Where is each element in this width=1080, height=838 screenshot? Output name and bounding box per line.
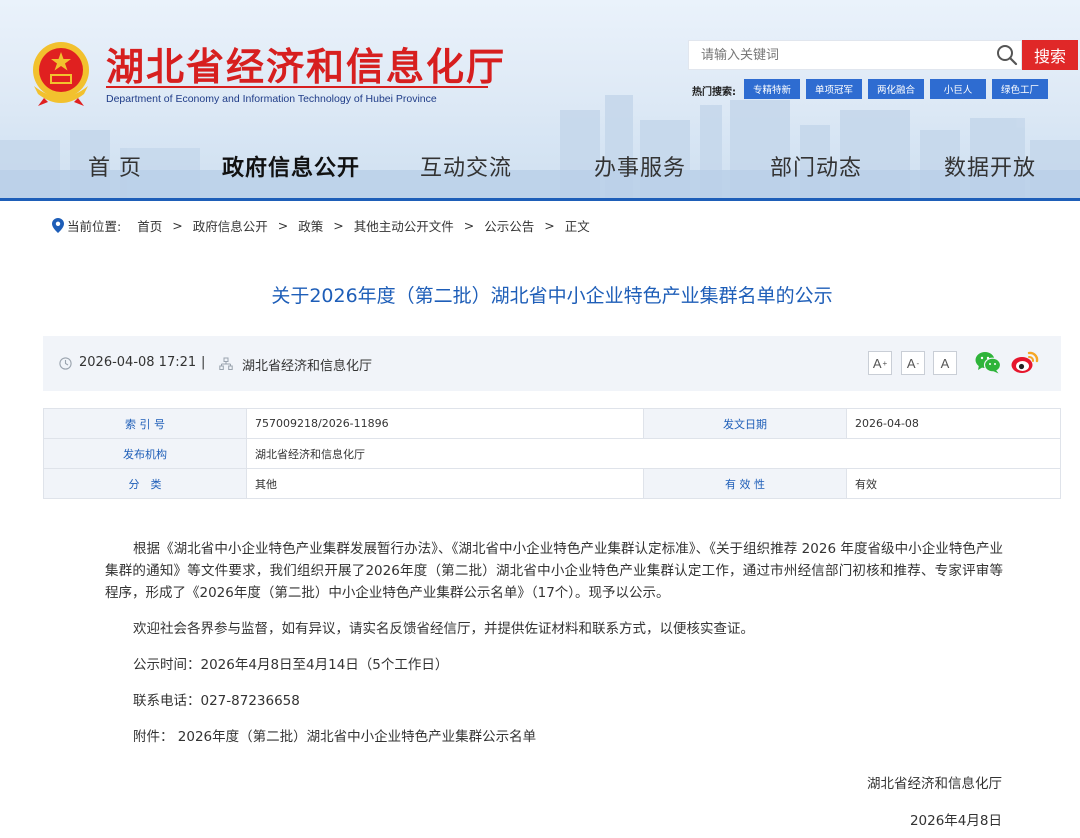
attachment-link[interactable]: 附件： 2026年度（第二批）湖北省中小企业特色产业集群公示名单 xyxy=(105,726,1003,748)
hot-tag[interactable]: 单项冠军 xyxy=(806,79,862,99)
article-info-bar: 2026-04-08 17:21 | 湖北省经济和信息化厅 A + A- A xyxy=(43,336,1061,391)
nav-item-home[interactable]: 首 页 xyxy=(88,150,142,182)
site-subtitle: Department of Economy and Information Te… xyxy=(106,93,437,105)
nav-item-services[interactable]: 办事服务 xyxy=(594,150,686,182)
breadcrumb-separator: > xyxy=(172,217,183,233)
font-size-increase-button[interactable]: A + xyxy=(868,351,892,375)
date-value: 2026-04-08 xyxy=(846,408,1061,439)
search-icon[interactable] xyxy=(996,44,1018,66)
nav-item-interaction[interactable]: 互动交流 xyxy=(420,150,512,182)
table-row: 发布机构 湖北省经济和信息化厅 xyxy=(43,438,1061,469)
organization-icon xyxy=(219,357,233,370)
index-value: 757009218/2026-11896 xyxy=(246,408,644,439)
publisher: 湖北省经济和信息化厅 xyxy=(242,359,373,374)
document-meta-table: 索 引 号 757009218/2026-11896 发文日期 2026-04-… xyxy=(43,408,1061,499)
font-button-label: A xyxy=(906,355,916,371)
publish-datetime: 2026-04-08 17:21 xyxy=(79,355,197,370)
search-button[interactable]: 搜索 xyxy=(1022,40,1078,70)
table-row: 分 类 其他 有 效 性 有效 xyxy=(43,468,1061,499)
breadcrumb-item[interactable]: 公示公告 xyxy=(484,216,534,235)
date-label: 发文日期 xyxy=(643,408,847,439)
title-underline xyxy=(106,86,488,88)
breadcrumb-item[interactable]: 政策 xyxy=(298,216,323,235)
hot-tag[interactable]: 绿色工厂 xyxy=(992,79,1048,99)
org-value: 湖北省经济和信息化厅 xyxy=(246,438,1061,469)
nav-item-dept-news[interactable]: 部门动态 xyxy=(770,150,862,182)
validity-value: 有效 xyxy=(846,468,1061,499)
font-size-reset-button[interactable]: A xyxy=(933,351,957,375)
font-button-label: A xyxy=(872,355,882,371)
hot-search-label: 热门搜索: xyxy=(692,87,736,98)
breadcrumb-item[interactable]: 其他主动公开文件 xyxy=(354,216,454,235)
breadcrumb-prefix: 当前位置: xyxy=(67,218,122,234)
hot-tag[interactable]: 小巨人 xyxy=(930,79,986,99)
font-size-decrease-button[interactable]: A- xyxy=(901,351,925,375)
clock-icon xyxy=(59,357,72,370)
search-box xyxy=(688,40,1022,70)
signature-date: 2026年4月8日 xyxy=(909,813,1002,829)
notice-period: 公示时间：2026年4月8日至4月14日（5个工作日） xyxy=(133,657,449,673)
breadcrumb-separator: > xyxy=(544,217,555,233)
category-value: 其他 xyxy=(246,468,644,499)
hot-tag[interactable]: 两化融合 xyxy=(868,79,924,99)
minus-icon: - xyxy=(916,358,920,368)
index-label: 索 引 号 xyxy=(43,408,247,439)
breadcrumb: 当前位置: 首页 > 政府信息公开 > 政策 > 其他主动公开文件 > 公示公告… xyxy=(52,216,592,234)
body-paragraph: 根据《湖北省中小企业特色产业集群发展暂行办法》、《湖北省中小企业特色产业集群认定… xyxy=(105,541,1003,601)
weibo-share-icon[interactable] xyxy=(1011,349,1039,375)
article-title: 关于2026年度（第二批）湖北省中小企业特色产业集群名单的公示 xyxy=(271,285,833,307)
body-paragraph: 欢迎社会各界参与监督，如有异议，请实名反馈省经信厅，并提供佐证材料和联系方式，以… xyxy=(133,621,754,637)
nav-item-gov-info[interactable]: 政府信息公开 xyxy=(222,150,360,182)
font-button-label: A xyxy=(940,355,950,371)
breadcrumb-separator: > xyxy=(333,217,344,233)
nav-item-open-data[interactable]: 数据开放 xyxy=(944,150,1036,182)
hot-tag[interactable]: 专精特新 xyxy=(744,79,800,99)
validity-label: 有 效 性 xyxy=(643,468,847,499)
site-header: 湖北省经济和信息化厅 Department of Economy and Inf… xyxy=(0,0,1080,200)
breadcrumb-item[interactable]: 政府信息公开 xyxy=(193,216,268,235)
org-label: 发布机构 xyxy=(43,438,247,469)
breadcrumb-item-current: 正文 xyxy=(564,218,590,234)
contact-phone: 联系电话：027-87236658 xyxy=(133,693,300,709)
site-title[interactable]: 湖北省经济和信息化厅 xyxy=(106,36,506,91)
article-body: 根据《湖北省中小企业特色产业集群发展暂行办法》、《湖北省中小企业特色产业集群认定… xyxy=(105,538,1003,748)
main-nav: 首 页 政府信息公开 互动交流 办事服务 部门动态 数据开放 xyxy=(0,150,1080,196)
category-label: 分 类 xyxy=(43,468,247,499)
location-pin-icon xyxy=(52,217,64,233)
breadcrumb-separator: > xyxy=(277,217,289,233)
search-input[interactable] xyxy=(701,41,981,69)
info-divider: | xyxy=(201,355,206,370)
wechat-share-icon[interactable] xyxy=(975,350,1001,374)
signature-org: 湖北省经济和信息化厅 xyxy=(867,776,1002,792)
plus-icon: + xyxy=(882,358,888,368)
breadcrumb-item[interactable]: 首页 xyxy=(137,216,162,235)
national-emblem-icon xyxy=(33,42,89,106)
hot-search-tags: 专精特新 单项冠军 两化融合 小巨人 绿色工厂 xyxy=(744,79,1048,99)
table-row: 索 引 号 757009218/2026-11896 发文日期 2026-04-… xyxy=(43,408,1061,439)
breadcrumb-separator: > xyxy=(463,217,475,233)
nav-underline xyxy=(0,198,1080,201)
